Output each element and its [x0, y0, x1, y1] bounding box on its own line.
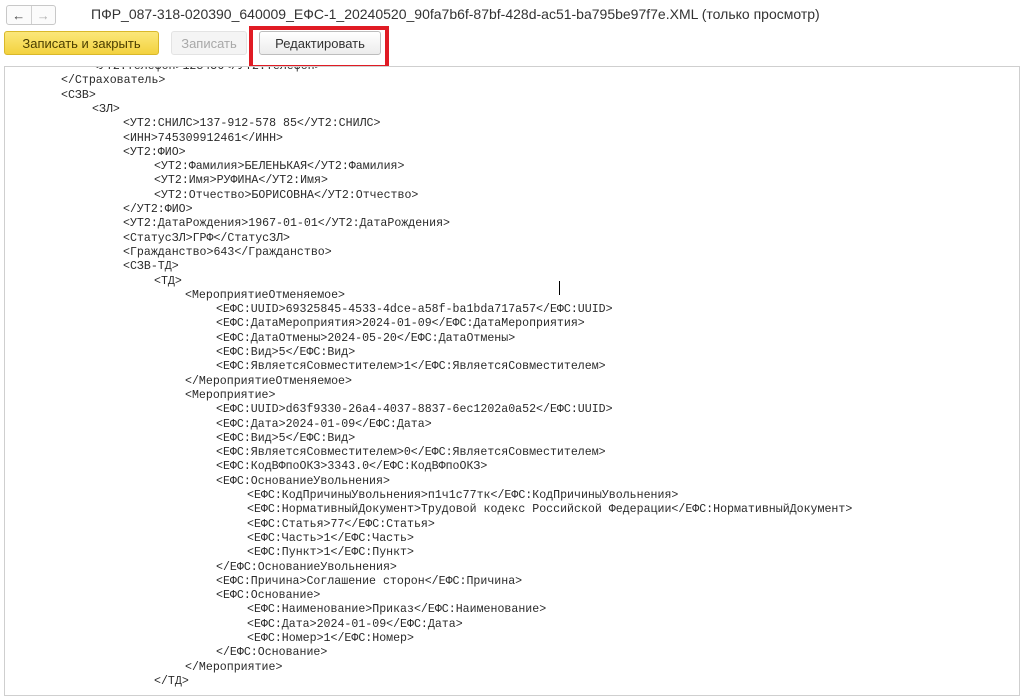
xml-line: <УТ2:Имя>РУФИНА</УТ2:Имя> — [154, 174, 328, 188]
xml-line: <ЕФС:UUID>69325845-4533-4dce-a58f-ba1bda… — [216, 303, 613, 317]
xml-line: <ЕФС:Часть>1</ЕФС:Часть> — [247, 531, 414, 545]
xml-line: <ЕФС:ДатаОтмены>2024-05-20</ЕФС:ДатаОтме… — [216, 331, 516, 345]
xml-line: <УТ2:ФИО> — [123, 145, 186, 159]
xml-line: <Гражданство>643</Гражданство> — [123, 245, 332, 259]
xml-line: <ЕФС:UUID>d63f9330-26a4-4037-8837-6ec120… — [216, 403, 613, 417]
arrow-left-icon[interactable]: ← — [7, 6, 31, 24]
xml-line: <ЕФС:Дата>2024-01-09</ЕФС:Дата> — [216, 417, 432, 431]
xml-line: <Мероприятие> — [185, 388, 276, 402]
xml-line: </ЕФС:ОснованиеУвольнения> — [216, 560, 397, 574]
xml-line: </УТ2:ФИО> — [123, 203, 193, 216]
text-cursor — [559, 281, 560, 295]
xml-line: <ЕФС:Дата>2024-01-09</ЕФС:Дата> — [247, 617, 463, 631]
xml-line: <ЕФС:ОснованиеУвольнения> — [216, 474, 390, 488]
xml-text-editor[interactable]: <УТ2:Телефон>123456</УТ2:Телефон> </Страх… — [4, 66, 1020, 696]
navigation-buttons: ← → — [6, 5, 56, 25]
edit-button-highlight — [249, 26, 389, 69]
xml-line: <СЗВ-ТД> — [123, 260, 179, 274]
xml-line: </МероприятиеОтменяемое> — [185, 374, 352, 388]
xml-line: <ЕФС:Основание> — [216, 589, 321, 603]
arrow-right-icon[interactable]: → — [32, 6, 56, 24]
xml-line: </ЕФС:Основание> — [216, 646, 328, 660]
xml-line: </Страхователь> — [61, 74, 166, 88]
xml-line: <ЕФС:Пункт>1</ЕФС:Пункт> — [247, 546, 414, 560]
window-title: ПФР_087-318-020390_640009_ЕФС-1_20240520… — [91, 6, 820, 22]
xml-line: <ЕФС:НормативныйДокумент>Трудовой кодекс… — [247, 503, 853, 517]
title-bar: ← → ПФР_087-318-020390_640009_ЕФС-1_2024… — [0, 0, 1024, 30]
xml-line: <ЕФС:Причина>Соглашение сторон</ЕФС:Прич… — [216, 574, 523, 588]
xml-line: </ТД> — [154, 674, 189, 688]
xml-line: <УТ2:СНИЛС>137-912-578 85</УТ2:СНИЛС> — [123, 117, 381, 131]
xml-line: <УТ2:Фамилия>БЕЛЕНЬКАЯ</УТ2:Фамилия> — [154, 160, 405, 174]
xml-line: <ИНН>745309912461</ИНН> — [123, 131, 284, 145]
xml-line: <ЕФС:КодПричиныУвольнения>п1ч1с77тк</ЕФС… — [247, 489, 679, 502]
xml-line: <СЗВ> — [61, 88, 96, 102]
xml-line: <ЕФС:КодВФпоОКЗ>3343.0</ЕФС:КодВФпоОКЗ> — [216, 460, 488, 474]
xml-line: <УТ2:Телефон>123456</УТ2:Телефон> — [92, 66, 322, 73]
xml-line: <ЗЛ> — [92, 102, 120, 116]
xml-line: <ЕФС:ЯвляетсяСовместителем>1</ЕФС:Являет… — [216, 360, 606, 374]
xml-line: <ЕФС:Номер>1</ЕФС:Номер> — [247, 632, 414, 645]
xml-line: <ЕФС:ДатаМероприятия>2024-01-09</ЕФС:Дат… — [216, 317, 585, 331]
xml-line: <ЕФС:ЯвляетсяСовместителем>0</ЕФС:Являет… — [216, 446, 606, 460]
toolbar: Записать и закрыть Записать Редактироват… — [0, 30, 1024, 62]
xml-line: <УТ2:Отчество>БОРИСОВНА</УТ2:Отчество> — [154, 188, 419, 202]
xml-line: <ЕФС:Вид>5</ЕФС:Вид> — [216, 431, 356, 445]
xml-line: <ЕФС:Вид>5</ЕФС:Вид> — [216, 346, 356, 359]
xml-line: <УТ2:ДатаРождения>1967-01-01</УТ2:ДатаРо… — [123, 217, 450, 231]
xml-line: <ЕФС:Статья>77</ЕФС:Статья> — [247, 517, 435, 531]
save-and-close-button[interactable]: Записать и закрыть — [4, 31, 159, 55]
xml-line: <СтатусЗЛ>ГРФ</СтатусЗЛ> — [123, 231, 290, 245]
xml-line: <МероприятиеОтменяемое> — [185, 288, 346, 302]
xml-line: </Мероприятие> — [185, 660, 283, 674]
xml-line: <ЕФС:Наименование>Приказ</ЕФС:Наименован… — [247, 603, 547, 617]
xml-line: <ТД> — [154, 274, 182, 288]
save-button[interactable]: Записать — [171, 31, 247, 55]
